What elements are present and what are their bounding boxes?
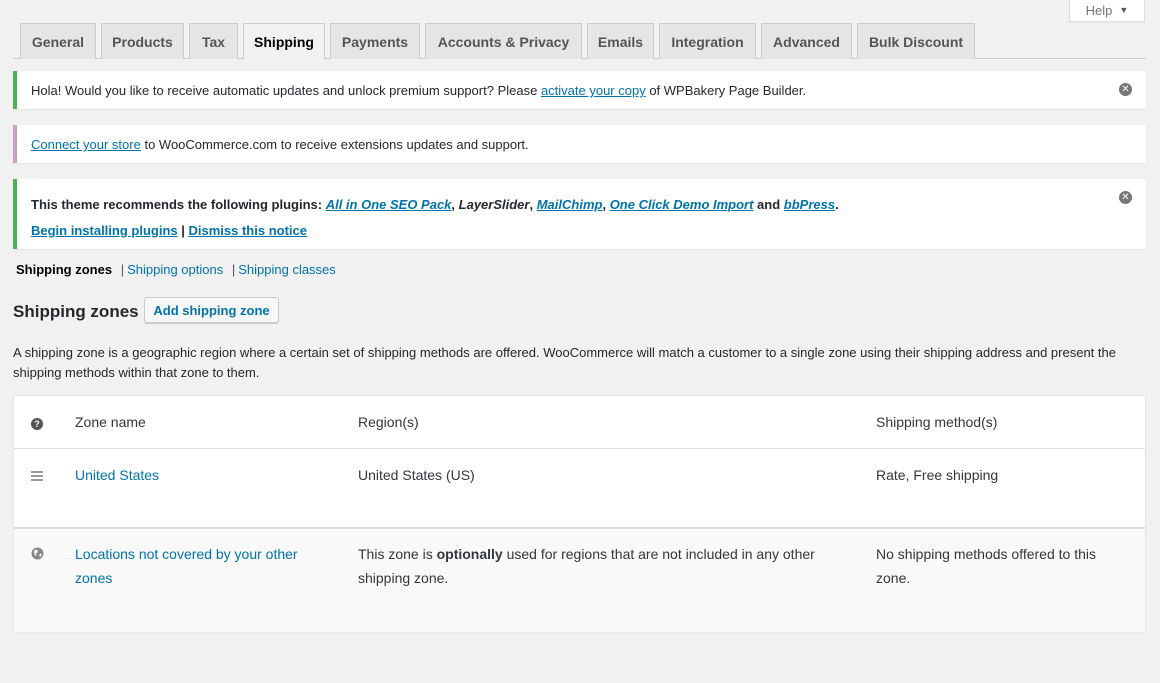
plugin-link-demo-import[interactable]: One Click Demo Import xyxy=(610,197,754,212)
tab-accounts-privacy[interactable]: Accounts & Privacy xyxy=(425,23,582,59)
page-title: Shipping zones xyxy=(13,302,139,321)
zone-methods: No shipping methods offered to this zone… xyxy=(876,546,1096,586)
region-text: This zone is xyxy=(358,546,437,562)
globe-icon xyxy=(31,542,44,567)
shipping-zones-table: ? Zone name Region(s) Shipping method(s)… xyxy=(13,395,1146,632)
tab-label: Advanced xyxy=(773,33,840,50)
tab-label: Shipping xyxy=(254,33,314,50)
zone-name-link[interactable]: Locations not covered by your other zone… xyxy=(75,546,298,586)
theme-plugins-notice: This theme recommends the following plug… xyxy=(13,179,1146,249)
zone-regions: United States (US) xyxy=(358,467,475,483)
woocommerce-connect-notice: Connect your store to WooCommerce.com to… xyxy=(13,125,1146,163)
notice-text: Hola! Would you like to receive automati… xyxy=(31,83,541,98)
header-shipping-methods: Shipping method(s) xyxy=(876,414,998,430)
tab-label: Payments xyxy=(341,33,409,50)
tab-label: Integration xyxy=(671,33,744,50)
tab-emails[interactable]: Emails xyxy=(587,23,654,59)
separator: . xyxy=(835,197,839,212)
zone-methods: Rate, Free shipping xyxy=(876,467,999,483)
tab-advanced[interactable]: Advanced xyxy=(761,23,852,59)
activate-copy-link[interactable]: activate your copy xyxy=(541,83,646,98)
tab-label: Products xyxy=(112,33,173,50)
tab-label: Accounts & Privacy xyxy=(437,33,570,50)
notice-text: of WPBakery Page Builder. xyxy=(645,83,807,98)
separator: , xyxy=(451,197,459,212)
separator: | xyxy=(177,223,189,238)
header-zone-name: Zone name xyxy=(75,414,146,430)
tab-label: Bulk Discount xyxy=(868,33,964,50)
tab-general[interactable]: General xyxy=(20,23,96,59)
notice-text: to WooCommerce.com to receive extensions… xyxy=(140,137,529,152)
tab-integration[interactable]: Integration xyxy=(659,23,756,59)
tab-label: Tax xyxy=(201,33,226,50)
separator: , xyxy=(602,197,610,212)
help-tip-icon[interactable]: ? xyxy=(31,410,43,434)
tab-label: Emails xyxy=(597,33,644,50)
tab-tax[interactable]: Tax xyxy=(189,23,238,59)
plugin-link-mailchimp[interactable]: MailChimp xyxy=(537,197,603,212)
subnav-shipping-options[interactable]: Shipping options xyxy=(127,262,223,277)
add-shipping-zone-button[interactable]: Add shipping zone xyxy=(144,297,279,323)
dismiss-notice-icon[interactable]: ✕ xyxy=(1119,83,1132,96)
dismiss-notice-icon[interactable]: ✕ xyxy=(1119,191,1132,204)
tab-products[interactable]: Products xyxy=(101,23,184,59)
tab-payments[interactable]: Payments xyxy=(330,23,420,59)
subnav-shipping-classes[interactable]: Shipping classes xyxy=(238,262,336,277)
subnav-shipping-zones[interactable]: Shipping zones xyxy=(16,262,112,277)
table-header-row: ? Zone name Region(s) Shipping method(s) xyxy=(14,396,1145,449)
help-tab-button[interactable]: Help ▼ xyxy=(1069,0,1145,22)
table-row: United States United States (US) Rate, F… xyxy=(14,449,1145,529)
settings-tabs: General Products Tax Shipping Payments A… xyxy=(13,23,1146,60)
tab-shipping[interactable]: Shipping xyxy=(243,23,325,60)
region-emphasis: optionally xyxy=(436,546,503,562)
drag-handle-icon[interactable] xyxy=(31,463,43,490)
zone-name-link[interactable]: United States xyxy=(75,467,159,483)
separator: , xyxy=(529,197,537,212)
plugin-link-aioseo[interactable]: All in One SEO Pack xyxy=(326,197,452,212)
plugin-link-bbpress[interactable]: bbPress xyxy=(784,197,835,212)
notice-text: This theme recommends the following plug… xyxy=(31,197,326,212)
tab-label: General xyxy=(31,33,85,50)
separator: and xyxy=(753,197,784,212)
dismiss-notice-link[interactable]: Dismiss this notice xyxy=(189,223,307,238)
page-description: A shipping zone is a geographic region w… xyxy=(13,345,1116,380)
separator: | xyxy=(231,262,236,277)
begin-installing-link[interactable]: Begin installing plugins xyxy=(31,223,178,238)
wpbakery-notice: Hola! Would you like to receive automati… xyxy=(13,71,1146,109)
header-regions: Region(s) xyxy=(358,414,419,430)
table-row-rest-of-world: Locations not covered by your other zone… xyxy=(14,529,1145,632)
shipping-subnav: Shipping zones | Shipping options | Shippi… xyxy=(16,262,336,277)
plugin-name-layerslider: LayerSlider xyxy=(458,197,530,212)
connect-store-link[interactable]: Connect your store xyxy=(31,137,141,152)
zone-regions: This zone is optionally used for regions… xyxy=(358,542,848,590)
tab-bulk-discount[interactable]: Bulk Discount xyxy=(857,23,975,59)
help-label: Help xyxy=(1085,2,1113,18)
separator: | xyxy=(120,262,125,277)
caret-down-icon: ▼ xyxy=(1119,5,1129,15)
